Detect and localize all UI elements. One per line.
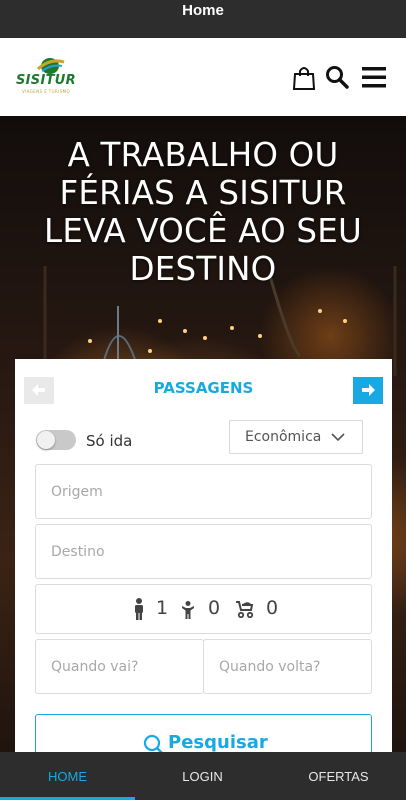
departure-date-input[interactable] — [36, 640, 203, 693]
booking-tab-title: PASSAGENS — [153, 379, 254, 397]
departure-date-field — [35, 639, 204, 694]
logo-wordmark: SISITUR — [16, 73, 76, 88]
origin-field — [35, 464, 372, 519]
next-tab-button[interactable] — [353, 377, 383, 404]
passengers-selector[interactable]: 1 0 0 — [35, 584, 372, 634]
toggle-knob — [37, 431, 55, 449]
nav-tab-offers[interactable]: OFERTAS — [271, 752, 406, 800]
destination-input[interactable] — [36, 525, 371, 578]
nav-tab-label: LOGIN — [182, 769, 223, 784]
booking-card: PASSAGENS Só ida Econômica 1 — [15, 359, 392, 752]
search-button-label: Pesquisar — [168, 732, 268, 752]
site-header: SISITUR VIAGENS E TURISMO — [0, 38, 406, 116]
sisitur-logo[interactable]: SISITUR VIAGENS E TURISMO — [16, 56, 84, 94]
cabin-class-select[interactable]: Econômica — [229, 420, 363, 454]
one-way-toggle[interactable] — [36, 430, 76, 450]
infants-count: 0 — [266, 597, 279, 619]
logo-tagline: VIAGENS E TURISMO — [22, 89, 71, 94]
destination-field — [35, 524, 372, 579]
bottom-navigation: HOME LOGIN OFERTAS — [0, 752, 406, 800]
return-date-field — [203, 639, 372, 694]
cabin-class-value: Econômica — [245, 429, 322, 445]
hero-line: LEVA VOCÊ AO SEU — [44, 212, 362, 250]
booking-card-header: PASSAGENS — [15, 359, 392, 411]
one-way-label: Só ida — [86, 432, 133, 450]
nav-tab-label: HOME — [48, 769, 87, 784]
window-title: Home — [182, 2, 224, 19]
nav-tab-label: OFERTAS — [308, 769, 369, 784]
app-title-bar: Home — [0, 0, 406, 38]
search-icon[interactable] — [325, 65, 351, 91]
arrow-right-icon — [362, 384, 375, 396]
origin-input[interactable] — [36, 465, 371, 518]
adult-icon — [135, 598, 143, 620]
magnifier-icon — [143, 734, 163, 752]
chevron-down-icon — [331, 433, 345, 442]
adults-count: 1 — [156, 597, 169, 619]
menu-icon[interactable] — [361, 65, 387, 91]
stroller-icon — [236, 601, 254, 618]
hero-line: DESTINO — [129, 250, 277, 288]
nav-tab-login[interactable]: LOGIN — [135, 752, 270, 800]
shopping-bag-icon[interactable] — [292, 65, 318, 91]
child-icon — [182, 601, 194, 619]
hero-line: A TRABALHO OU — [67, 136, 339, 174]
hero-headline: A TRABALHO OU FÉRIAS A SISITUR LEVA VOCÊ… — [0, 136, 406, 288]
return-date-input[interactable] — [204, 640, 371, 693]
nav-tab-home[interactable]: HOME — [0, 752, 135, 800]
search-button[interactable]: Pesquisar — [35, 714, 372, 752]
hero-line: FÉRIAS A SISITUR — [59, 174, 347, 212]
children-count: 0 — [208, 597, 221, 619]
